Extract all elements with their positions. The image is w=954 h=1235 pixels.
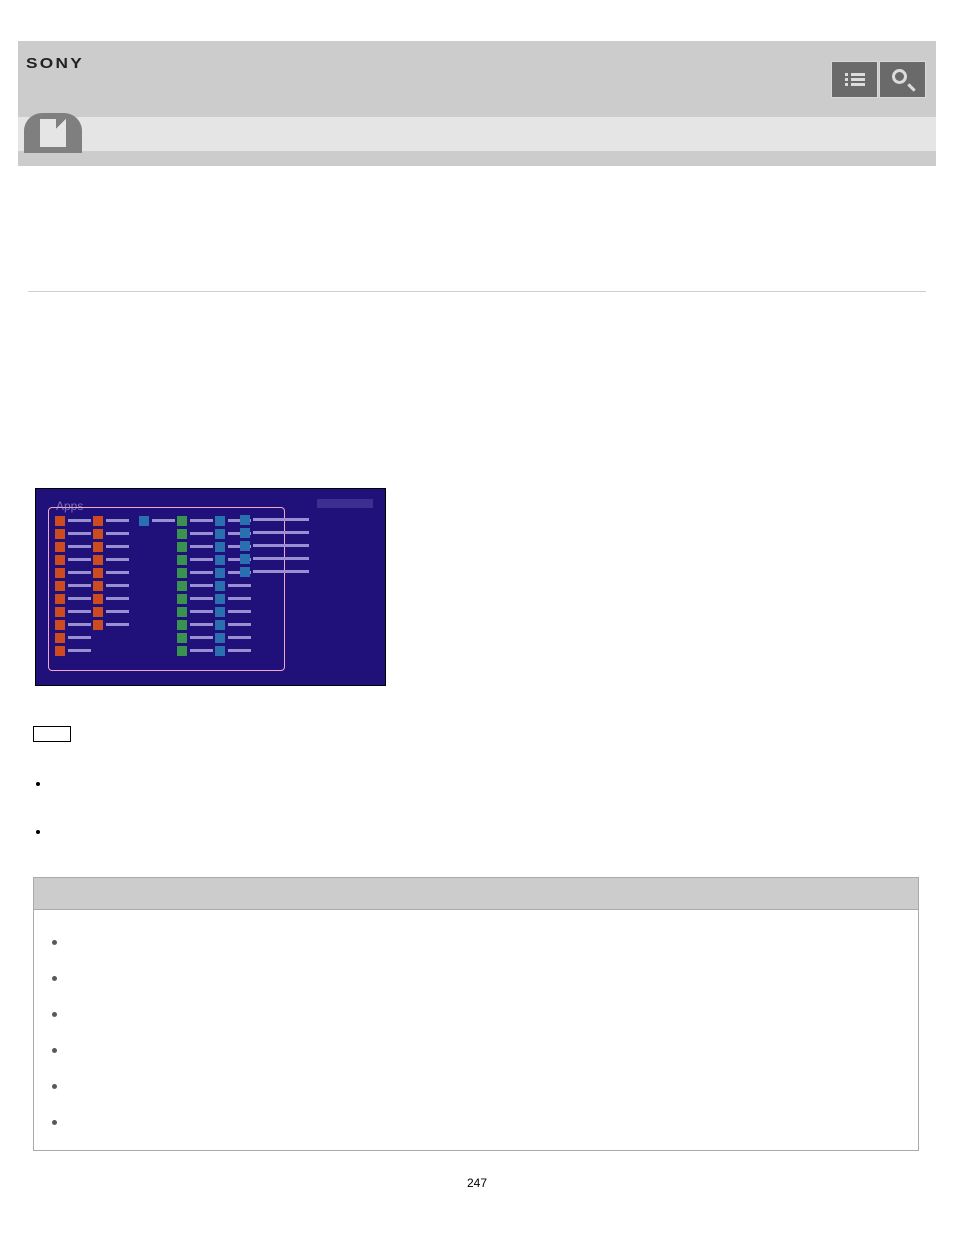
list-item <box>52 996 900 1032</box>
sub-header-bar <box>18 117 936 151</box>
sony-logo: SONY <box>26 55 84 72</box>
related-topics-header <box>34 878 918 910</box>
list-item <box>52 1032 900 1068</box>
related-topics-box <box>33 877 919 1151</box>
section-divider <box>28 291 926 292</box>
page-header: SONY <box>18 41 936 117</box>
menu-list-button[interactable] <box>831 61 878 98</box>
note-label-box <box>33 726 71 742</box>
page-number: 247 <box>0 1176 954 1190</box>
apps-search-placeholder <box>317 499 373 508</box>
list-item <box>36 808 40 856</box>
list-item <box>52 1104 900 1140</box>
list-item <box>52 960 900 996</box>
search-icon <box>892 69 914 91</box>
note-list <box>36 760 40 856</box>
list-item <box>36 760 40 808</box>
list-item <box>52 1068 900 1104</box>
manual-icon <box>24 113 82 153</box>
apps-screenshot: Apps <box>35 488 386 686</box>
related-topics-body <box>34 910 918 1150</box>
list-icon <box>845 71 865 88</box>
list-item <box>52 924 900 960</box>
search-button[interactable] <box>879 61 926 98</box>
header-toolbar <box>831 61 926 99</box>
